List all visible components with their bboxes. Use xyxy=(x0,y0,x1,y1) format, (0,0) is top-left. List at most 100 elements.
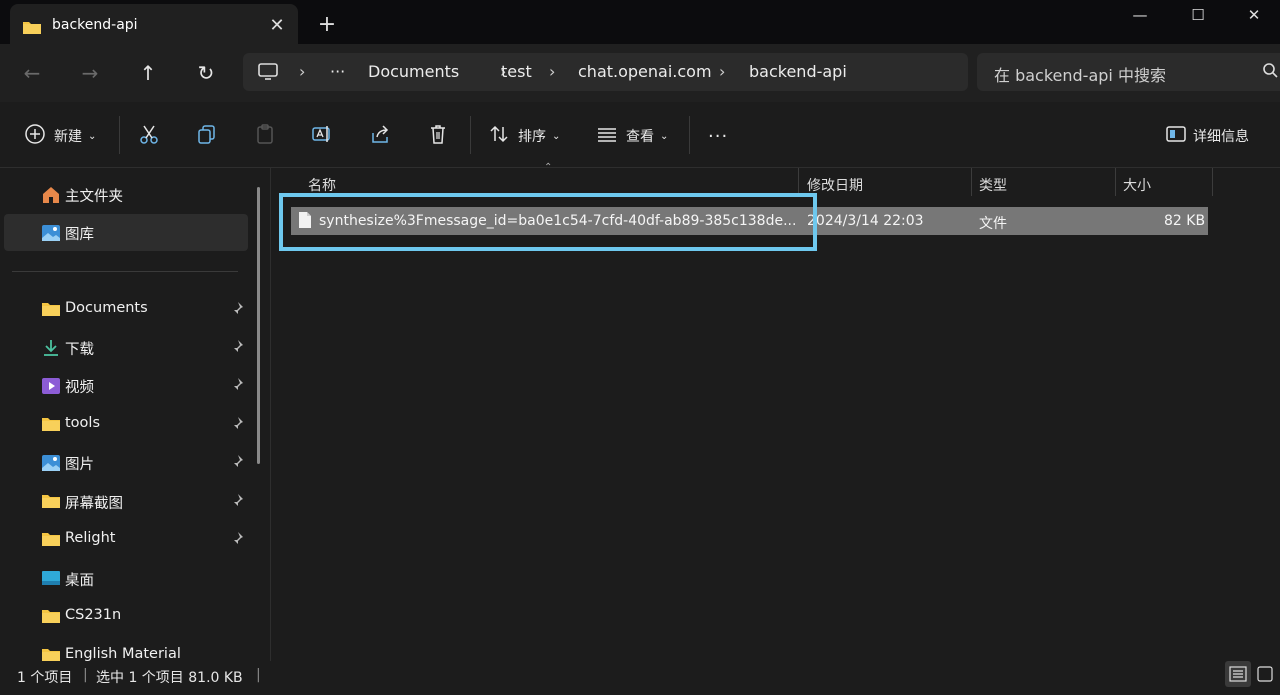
sort-ascending-icon: ⌃ xyxy=(544,162,553,173)
maximize-button[interactable]: ☐ xyxy=(1168,0,1228,30)
copy-button[interactable] xyxy=(196,123,218,149)
sidebar-item-relight[interactable]: Relight xyxy=(4,521,248,558)
sidebar-item-tools[interactable]: tools xyxy=(4,406,248,443)
new-button[interactable]: 新建 ⌄ xyxy=(24,123,96,149)
plus-circle-icon xyxy=(24,123,46,149)
pane-divider[interactable] xyxy=(270,168,271,661)
sidebar-item-label: Documents xyxy=(65,300,148,316)
sidebar-item-label: Relight xyxy=(65,530,116,546)
chevron-down-icon: ⌄ xyxy=(88,130,97,142)
sidebar-item-screenshots[interactable]: 屏幕截图 xyxy=(4,483,248,520)
picture-icon xyxy=(41,454,60,471)
column-divider[interactable] xyxy=(971,168,972,196)
pin-icon[interactable] xyxy=(230,416,244,431)
close-icon[interactable]: ✕ xyxy=(264,13,290,39)
tiles-view-button[interactable] xyxy=(1252,661,1278,687)
sidebar-item-home[interactable]: 主文件夹 xyxy=(4,176,248,213)
sidebar-item-label: 图片 xyxy=(65,457,94,473)
back-arrow-icon[interactable]: ← xyxy=(15,58,49,88)
sidebar-item-cs231n[interactable]: CS231n xyxy=(4,598,248,635)
pin-icon[interactable] xyxy=(230,377,244,392)
column-divider[interactable] xyxy=(798,168,799,196)
column-header-size[interactable]: 大小 xyxy=(1123,175,1151,195)
refresh-icon[interactable]: ↻ xyxy=(189,58,223,88)
more-options-icon[interactable]: ··· xyxy=(708,123,728,149)
delete-button[interactable] xyxy=(427,123,449,149)
column-header-name[interactable]: 名称 xyxy=(308,175,336,195)
maximize-icon: ☐ xyxy=(1191,6,1205,24)
sidebar-item-label: tools xyxy=(65,415,101,431)
status-divider: | xyxy=(256,667,261,683)
highlight-box xyxy=(279,193,817,251)
chevron-right-icon: › xyxy=(719,62,726,81)
view-list-icon xyxy=(596,123,618,149)
cut-button[interactable] xyxy=(138,123,160,149)
sidebar-item-documents[interactable]: Documents xyxy=(4,291,248,328)
sidebar-item-label: 视频 xyxy=(65,380,94,396)
sidebar-item-gallery[interactable]: 图库 xyxy=(4,214,248,251)
rename-icon xyxy=(311,123,333,149)
sidebar-divider xyxy=(12,271,238,272)
details-view-button[interactable] xyxy=(1225,661,1251,687)
paste-button[interactable] xyxy=(254,123,276,149)
computer-icon[interactable] xyxy=(258,63,278,85)
sidebar-item-desktop[interactable]: 桌面 xyxy=(4,560,248,597)
crumb-backend-api[interactable]: backend-api xyxy=(749,62,847,81)
sidebar-item-english-material[interactable]: English Material xyxy=(4,637,248,661)
breadcrumb[interactable]: › ··· Documents › test › chat.openai.com… xyxy=(243,53,968,91)
pin-icon[interactable] xyxy=(230,531,244,546)
share-button[interactable] xyxy=(369,123,391,149)
up-arrow-icon[interactable]: ↑ xyxy=(131,58,165,88)
sidebar-item-videos[interactable]: 视频 xyxy=(4,367,248,404)
search-icon[interactable] xyxy=(1262,62,1278,84)
window-close-button[interactable]: ✕ xyxy=(1224,0,1280,30)
divider xyxy=(470,116,471,154)
column-divider[interactable] xyxy=(1212,168,1213,196)
selection-info: 选中 1 个项目 81.0 KB xyxy=(96,670,243,686)
sidebar-scrollbar[interactable] xyxy=(257,187,260,464)
new-tab-button[interactable]: + xyxy=(314,12,340,38)
forward-arrow-icon[interactable]: → xyxy=(73,58,107,88)
crumb-documents[interactable]: Documents xyxy=(368,62,459,81)
chevron-down-icon: ⌄ xyxy=(552,130,561,142)
chevron-down-icon: ⌄ xyxy=(660,130,669,142)
search-input[interactable]: 在 backend-api 中搜索 xyxy=(977,53,1280,91)
pin-icon[interactable] xyxy=(230,301,244,316)
rename-button[interactable] xyxy=(311,123,333,149)
crumb-ellipsis[interactable]: ··· xyxy=(330,62,345,81)
sidebar-item-pictures[interactable]: 图片 xyxy=(4,444,248,481)
details-button[interactable]: 详细信息 xyxy=(1165,123,1249,149)
sidebar-item-label: 下载 xyxy=(65,342,94,358)
crumb-test[interactable]: test xyxy=(501,62,532,81)
view-label: 查看 xyxy=(626,129,654,145)
divider xyxy=(689,116,690,154)
file-size: 82 KB xyxy=(1164,213,1206,229)
folder-icon xyxy=(41,531,60,547)
column-header-date[interactable]: 修改日期 xyxy=(807,175,863,195)
sidebar-item-label: CS231n xyxy=(65,607,122,623)
minimize-button[interactable]: — xyxy=(1110,0,1170,30)
folder-icon xyxy=(41,608,60,624)
plus-icon: + xyxy=(317,12,337,37)
pin-icon[interactable] xyxy=(230,454,244,469)
navigation-pane: 主文件夹 图库 Documents 下载 视频 tools 图片 屏幕截图 Re… xyxy=(0,168,262,661)
scissors-icon xyxy=(138,123,160,149)
details-label: 详细信息 xyxy=(1193,129,1249,145)
folder-icon xyxy=(41,416,60,432)
sidebar-item-label: English Material xyxy=(65,646,181,661)
sidebar-item-label: 屏幕截图 xyxy=(65,496,123,512)
column-header-type[interactable]: 类型 xyxy=(979,175,1007,195)
column-divider[interactable] xyxy=(1115,168,1116,196)
sidebar-item-downloads[interactable]: 下载 xyxy=(4,329,248,366)
view-button[interactable]: 查看 ⌄ xyxy=(596,123,668,149)
folder-icon xyxy=(41,647,60,661)
copy-icon xyxy=(196,123,218,149)
crumb-chat-openai[interactable]: chat.openai.com xyxy=(578,62,712,81)
pin-icon[interactable] xyxy=(230,493,244,508)
pin-icon[interactable] xyxy=(230,339,244,354)
search-placeholder: 在 backend-api 中搜索 xyxy=(994,66,1166,85)
sort-button[interactable]: 排序 ⌄ xyxy=(488,123,560,149)
minimize-icon: — xyxy=(1132,6,1148,24)
active-tab[interactable]: backend-api ✕ xyxy=(10,4,298,48)
sidebar-item-label: 桌面 xyxy=(65,573,94,589)
